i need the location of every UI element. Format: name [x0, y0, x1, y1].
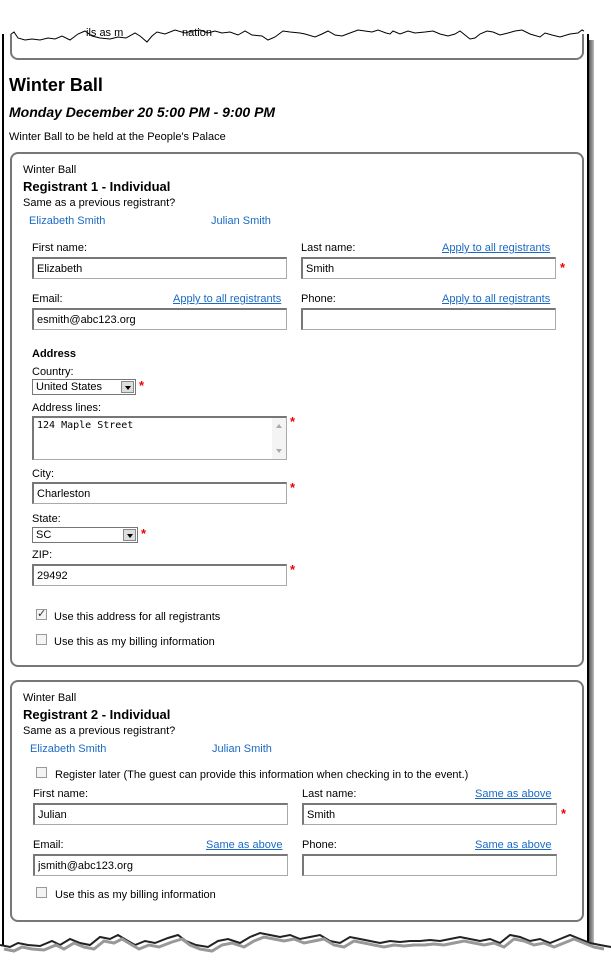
use-billing-checkbox-1[interactable]: [36, 634, 47, 645]
last-name-input[interactable]: [301, 257, 556, 279]
state-select-value: SC: [36, 529, 52, 541]
chevron-down-icon: [121, 381, 134, 393]
city-input[interactable]: [32, 482, 287, 504]
registrant-2-prev-elizabeth-link[interactable]: Elizabeth Smith: [30, 743, 106, 755]
email-input-2[interactable]: [33, 854, 288, 876]
registrant-2-heading: Registrant 2 - Individual: [23, 707, 171, 722]
page-shadow: [589, 40, 594, 955]
email-apply-all-link[interactable]: Apply to all registrants: [173, 293, 281, 305]
email-input[interactable]: [32, 308, 287, 330]
zip-label: ZIP:: [32, 549, 53, 561]
address-lines-label: Address lines:: [32, 402, 102, 414]
last-name-input-2[interactable]: [302, 803, 557, 825]
use-billing-checkbox-2[interactable]: [36, 887, 47, 898]
register-later-label: Register later (The guest can provide th…: [55, 769, 469, 781]
registrant-2-event-name: Winter Ball: [23, 692, 77, 704]
registrant-1-same-prompt: Same as a previous registrant?: [23, 197, 176, 209]
email-same-above-link[interactable]: Same as above: [206, 839, 282, 851]
last-name-label: Last name:: [301, 242, 356, 254]
registrant-2-same-prompt: Same as a previous registrant?: [23, 725, 176, 737]
email-label-2: Email:: [33, 839, 64, 851]
registrant-1-panel: Winter Ball Registrant 1 - Individual Sa…: [10, 152, 584, 667]
use-billing-label-2: Use this as my billing information: [55, 889, 216, 901]
registrant-2-panel: Winter Ball Registrant 2 - Individual Sa…: [10, 680, 584, 922]
use-address-all-checkbox[interactable]: [36, 607, 47, 620]
previous-section-box: [10, 34, 584, 60]
registrant-1-prev-elizabeth-link[interactable]: Elizabeth Smith: [29, 215, 105, 227]
event-title: Winter Ball: [9, 75, 103, 95]
textarea-scrollbar[interactable]: [272, 418, 286, 459]
torn-edge-bottom: [0, 931, 611, 972]
registrant-1-event-name: Winter Ball: [23, 164, 77, 176]
scroll-up-icon: [276, 424, 282, 428]
phone-input-2[interactable]: [302, 854, 557, 876]
address-required-mark: *: [290, 414, 296, 429]
registrant-2-prev-julian-link[interactable]: Julian Smith: [212, 743, 272, 755]
country-select[interactable]: United States: [32, 379, 136, 395]
scroll-down-icon: [276, 449, 282, 453]
phone-input[interactable]: [301, 308, 556, 330]
first-name-label-2: First name:: [33, 788, 89, 800]
zip-input[interactable]: [32, 564, 287, 586]
last-name-apply-all-link[interactable]: Apply to all registrants: [442, 242, 550, 254]
country-select-value: United States: [36, 381, 103, 393]
first-name-input[interactable]: [32, 257, 287, 279]
phone-label-2: Phone:: [302, 839, 337, 851]
state-label: State:: [32, 513, 61, 525]
registrant-1-heading: Registrant 1 - Individual: [23, 179, 171, 194]
first-name-label: First name:: [32, 242, 88, 254]
city-label: City:: [32, 468, 54, 480]
zip-required-mark: *: [290, 562, 296, 577]
city-required-mark: *: [290, 480, 296, 495]
last-name-label-2: Last name:: [302, 788, 357, 800]
event-description: Winter Ball to be held at the People's P…: [9, 131, 226, 143]
register-later-checkbox[interactable]: [36, 767, 47, 778]
country-required-mark: *: [139, 378, 145, 393]
state-required-mark: *: [141, 526, 147, 541]
email-label: Email:: [32, 293, 63, 305]
last-name-required-mark-2: *: [561, 806, 567, 821]
state-select[interactable]: SC: [32, 527, 138, 543]
phone-same-above-link[interactable]: Same as above: [475, 839, 551, 851]
address-lines-value: 124 Maple Street: [37, 420, 134, 431]
last-name-same-above-link[interactable]: Same as above: [475, 788, 551, 800]
address-heading: Address: [32, 348, 77, 360]
phone-apply-all-link[interactable]: Apply to all registrants: [442, 293, 550, 305]
chevron-down-icon: [123, 529, 136, 541]
use-address-all-label: Use this address for all registrants: [54, 611, 221, 623]
country-label: Country:: [32, 366, 74, 378]
registrant-1-prev-julian-link[interactable]: Julian Smith: [211, 215, 271, 227]
event-datetime: Monday December 20 5:00 PM - 9:00 PM: [9, 104, 276, 120]
address-lines-textarea[interactable]: 124 Maple Street: [32, 416, 287, 460]
first-name-input-2[interactable]: [33, 803, 288, 825]
last-name-required-mark: *: [560, 260, 566, 275]
use-billing-label-1: Use this as my billing information: [54, 636, 215, 648]
phone-label: Phone:: [301, 293, 336, 305]
